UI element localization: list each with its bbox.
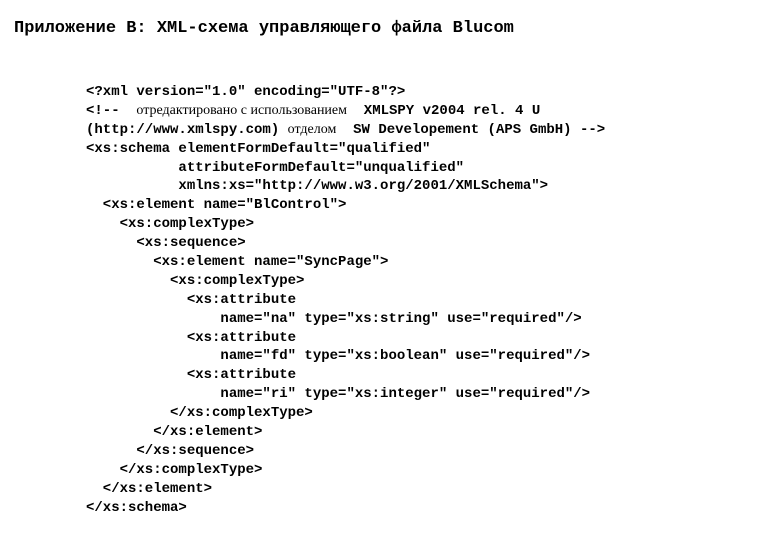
- code-line: attributeFormDefault="unqualified": [86, 160, 464, 176]
- code-comment-text: отредактировано с использованием: [136, 103, 347, 118]
- code-line: name="fd" type="xs:boolean" use="require…: [86, 348, 590, 364]
- code-line: </xs:sequence>: [86, 443, 254, 459]
- code-line: <xs:attribute: [86, 330, 296, 346]
- code-line: </xs:schema>: [86, 500, 187, 516]
- xml-schema-code: <?xml version="1.0" encoding="UTF-8"?> <…: [86, 83, 766, 517]
- code-line: <?xml version="1.0" encoding="UTF-8"?>: [86, 84, 405, 100]
- code-line: <!--: [86, 103, 136, 119]
- code-line: <xs:element name="SyncPage">: [86, 254, 388, 270]
- code-line: <xs:attribute: [86, 367, 296, 383]
- code-line: </xs:complexType>: [86, 462, 262, 478]
- code-line: SW Developement (APS GmbH) -->: [336, 122, 605, 138]
- code-line: xmlns:xs="http://www.w3.org/2001/XMLSche…: [86, 178, 548, 194]
- code-line: <xs:schema elementFormDefault="qualified…: [86, 141, 430, 157]
- code-line: name="na" type="xs:string" use="required…: [86, 311, 582, 327]
- code-line: <xs:complexType>: [86, 273, 304, 289]
- code-line: </xs:complexType>: [86, 405, 313, 421]
- code-comment-text: отделом: [288, 122, 337, 137]
- code-line: </xs:element>: [86, 424, 262, 440]
- code-line: (http://www.xmlspy.com): [86, 122, 288, 138]
- document-page: Приложение B: XML-схема управляющего фай…: [0, 0, 780, 537]
- code-line: XMLSPY v2004 rel. 4 U: [347, 103, 540, 119]
- code-line: </xs:element>: [86, 481, 212, 497]
- code-line: <xs:sequence>: [86, 235, 246, 251]
- appendix-title: Приложение B: XML-схема управляющего фай…: [14, 18, 766, 41]
- code-line: <xs:attribute: [86, 292, 296, 308]
- code-line: <xs:complexType>: [86, 216, 254, 232]
- code-line: name="ri" type="xs:integer" use="require…: [86, 386, 590, 402]
- code-line: <xs:element name="BlControl">: [86, 197, 346, 213]
